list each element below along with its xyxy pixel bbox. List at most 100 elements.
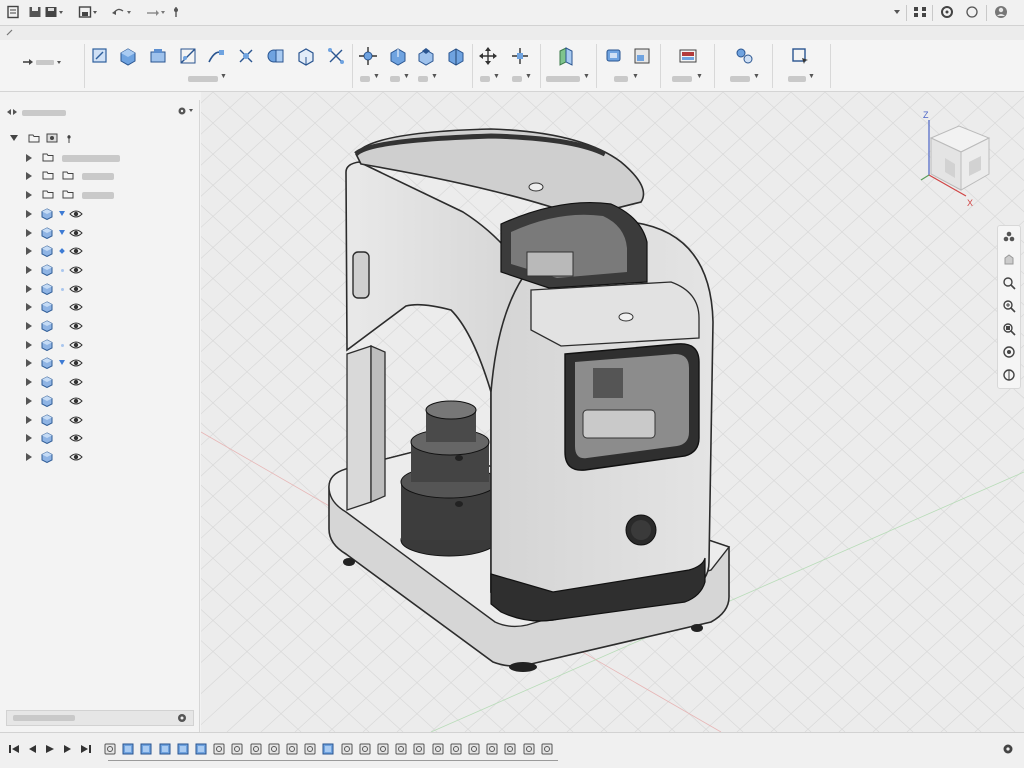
visibility-eye-icon[interactable] <box>69 433 83 443</box>
look-at-icon[interactable] <box>1002 345 1016 359</box>
browser-body-row[interactable] <box>0 373 200 391</box>
timeline-feature-icon[interactable] <box>159 743 171 755</box>
create-sketch-icon[interactable] <box>90 46 110 66</box>
display-settings-icon[interactable] <box>1002 368 1016 382</box>
browser-body-row[interactable] <box>0 392 200 410</box>
visibility-eye-icon[interactable] <box>69 302 83 312</box>
browser-body-row[interactable] <box>0 280 200 298</box>
browser-folder-row[interactable] <box>0 167 200 185</box>
move-icon[interactable] <box>478 46 498 66</box>
orbit-icon[interactable] <box>1002 230 1016 244</box>
visibility-eye-icon[interactable] <box>69 340 83 350</box>
chevron-down-icon[interactable] <box>892 5 902 19</box>
shell-icon[interactable] <box>296 46 316 66</box>
browser-body-row[interactable] <box>0 205 200 223</box>
browser-body-row[interactable] <box>0 242 200 260</box>
user-avatar[interactable] <box>994 5 1008 19</box>
next-icon[interactable] <box>62 743 74 755</box>
timeline-feature-icon[interactable] <box>322 743 334 755</box>
first-icon[interactable] <box>8 743 20 755</box>
expand-icon[interactable] <box>26 322 32 330</box>
zoom-window-icon[interactable] <box>1002 299 1016 313</box>
expand-icon[interactable] <box>26 340 32 349</box>
browser-body-row[interactable] <box>0 411 200 429</box>
extrude-icon[interactable] <box>148 46 168 66</box>
expand-icon[interactable] <box>26 265 32 274</box>
pin-icon[interactable] <box>66 134 72 144</box>
visibility-eye-icon[interactable] <box>69 284 83 294</box>
insert-image-icon[interactable] <box>678 46 698 66</box>
pin-icon[interactable] <box>172 5 180 19</box>
timeline-feature-icon[interactable] <box>268 743 280 755</box>
browser-body-row[interactable] <box>0 224 200 242</box>
timeline-feature-icon[interactable] <box>468 743 480 755</box>
split-body-icon[interactable] <box>446 46 466 66</box>
pan-icon[interactable] <box>1002 253 1016 267</box>
timeline-feature-icon[interactable] <box>523 743 535 755</box>
sweep-icon[interactable] <box>206 46 226 66</box>
double-arrow-icon[interactable] <box>6 108 18 116</box>
prev-icon[interactable] <box>26 743 38 755</box>
visibility-eye-icon[interactable] <box>69 415 83 425</box>
fit-icon[interactable] <box>1002 322 1016 336</box>
expand-icon[interactable] <box>26 284 32 293</box>
timeline-feature-icon[interactable] <box>341 743 353 755</box>
expand-icon[interactable] <box>26 359 32 368</box>
timeline-feature-icon[interactable] <box>122 743 134 755</box>
measure-icon[interactable] <box>604 46 624 66</box>
fillet-icon[interactable] <box>388 46 408 66</box>
expand-icon[interactable] <box>26 378 32 387</box>
network-icon[interactable] <box>912 5 928 19</box>
expand-icon[interactable] <box>26 434 32 443</box>
visibility-eye-icon[interactable] <box>69 358 83 368</box>
visibility-eye-icon[interactable] <box>69 377 83 387</box>
timeline-feature-icon[interactable] <box>195 743 207 755</box>
open-icon[interactable] <box>28 5 42 19</box>
browser-body-row[interactable] <box>0 317 200 335</box>
timeline-feature-icon[interactable] <box>304 743 316 755</box>
timeline-feature-icon[interactable] <box>486 743 498 755</box>
expand-icon[interactable] <box>26 303 32 312</box>
selection-window-icon[interactable] <box>790 46 810 66</box>
expand-icon[interactable] <box>26 247 32 256</box>
browser-body-row[interactable] <box>0 354 200 372</box>
expand-icon[interactable] <box>26 172 32 181</box>
timeline-feature-icon[interactable] <box>377 743 389 755</box>
play-icon[interactable] <box>44 743 56 755</box>
motor-stack[interactable] <box>400 400 498 557</box>
zoom-icon[interactable] <box>1002 276 1016 290</box>
visibility-eye-icon[interactable] <box>69 246 83 256</box>
view-cube[interactable]: Z X <box>920 110 991 208</box>
browser-body-row[interactable] <box>0 429 200 447</box>
visibility-eye-icon[interactable] <box>69 396 83 406</box>
gear-icon[interactable] <box>177 106 195 116</box>
expand-icon[interactable] <box>26 209 32 218</box>
browser-body-row[interactable] <box>0 336 200 354</box>
browser-folder-row[interactable] <box>0 149 200 167</box>
undo-icon[interactable] <box>110 5 134 19</box>
redo-icon[interactable] <box>144 5 168 19</box>
combine-icon[interactable] <box>266 46 286 66</box>
browser-folder-row[interactable] <box>0 186 200 204</box>
timeline-feature-icon[interactable] <box>231 743 243 755</box>
help-icon[interactable] <box>965 5 979 19</box>
browser-body-row[interactable] <box>0 261 200 279</box>
browser-body-row[interactable] <box>0 448 200 466</box>
visibility-eye-icon[interactable] <box>69 321 83 331</box>
timeline-feature-icon[interactable] <box>140 743 152 755</box>
select-icon[interactable] <box>734 46 754 66</box>
pattern-icon[interactable] <box>326 46 346 66</box>
box-icon[interactable] <box>118 46 138 66</box>
timeline-feature-icon[interactable] <box>359 743 371 755</box>
visibility-eye-icon[interactable] <box>69 265 83 275</box>
chevron-down-icon[interactable]: ▼ <box>220 73 227 80</box>
expand-icon[interactable] <box>26 415 32 424</box>
browser-root-row[interactable] <box>0 130 200 148</box>
save-dropdown-icon[interactable] <box>78 5 100 19</box>
timeline-feature-icon[interactable] <box>450 743 462 755</box>
visibility-eye-icon[interactable] <box>69 209 83 219</box>
expand-icon[interactable] <box>26 191 32 200</box>
save-icon[interactable] <box>44 5 64 19</box>
timeline-feature-icon[interactable] <box>413 743 425 755</box>
align-icon[interactable] <box>510 46 530 66</box>
